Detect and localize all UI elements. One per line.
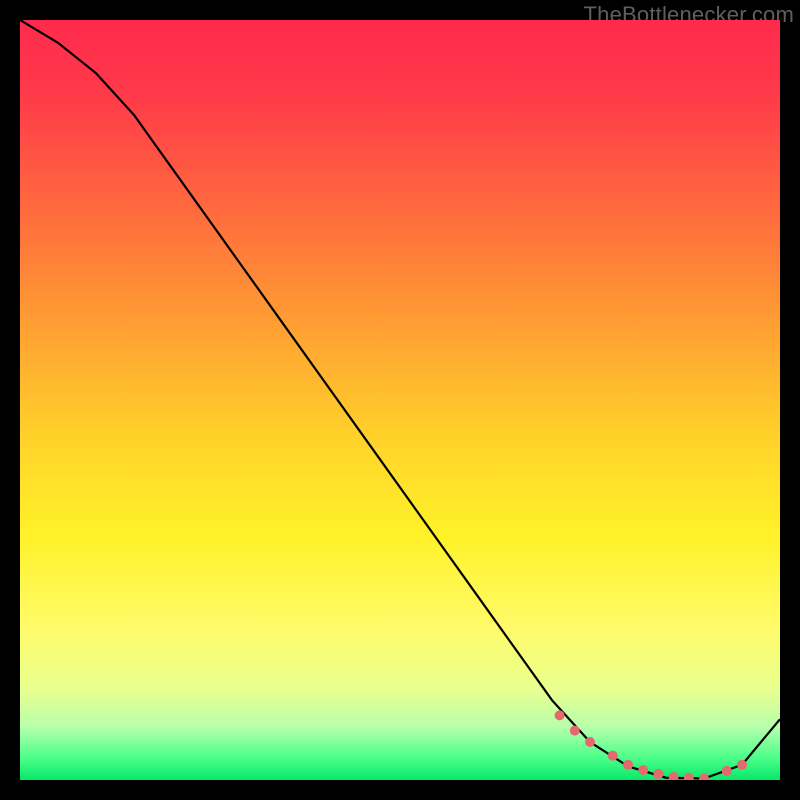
marker-dot <box>555 710 565 720</box>
marker-dot <box>684 773 694 780</box>
marker-dot <box>653 769 663 779</box>
marker-dot <box>570 726 580 736</box>
marker-dot <box>585 737 595 747</box>
marker-dot <box>638 765 648 775</box>
marker-dot <box>699 773 709 780</box>
marker-dot <box>608 751 618 761</box>
figure-container: TheBottlenecker.com <box>0 0 800 800</box>
marker-dot <box>623 760 633 770</box>
marker-dot <box>722 766 732 776</box>
marker-group <box>555 710 747 780</box>
plot-area <box>20 20 780 780</box>
main-curve <box>20 20 780 778</box>
chart-svg <box>20 20 780 780</box>
marker-dot <box>737 760 747 770</box>
marker-dot <box>669 772 679 780</box>
